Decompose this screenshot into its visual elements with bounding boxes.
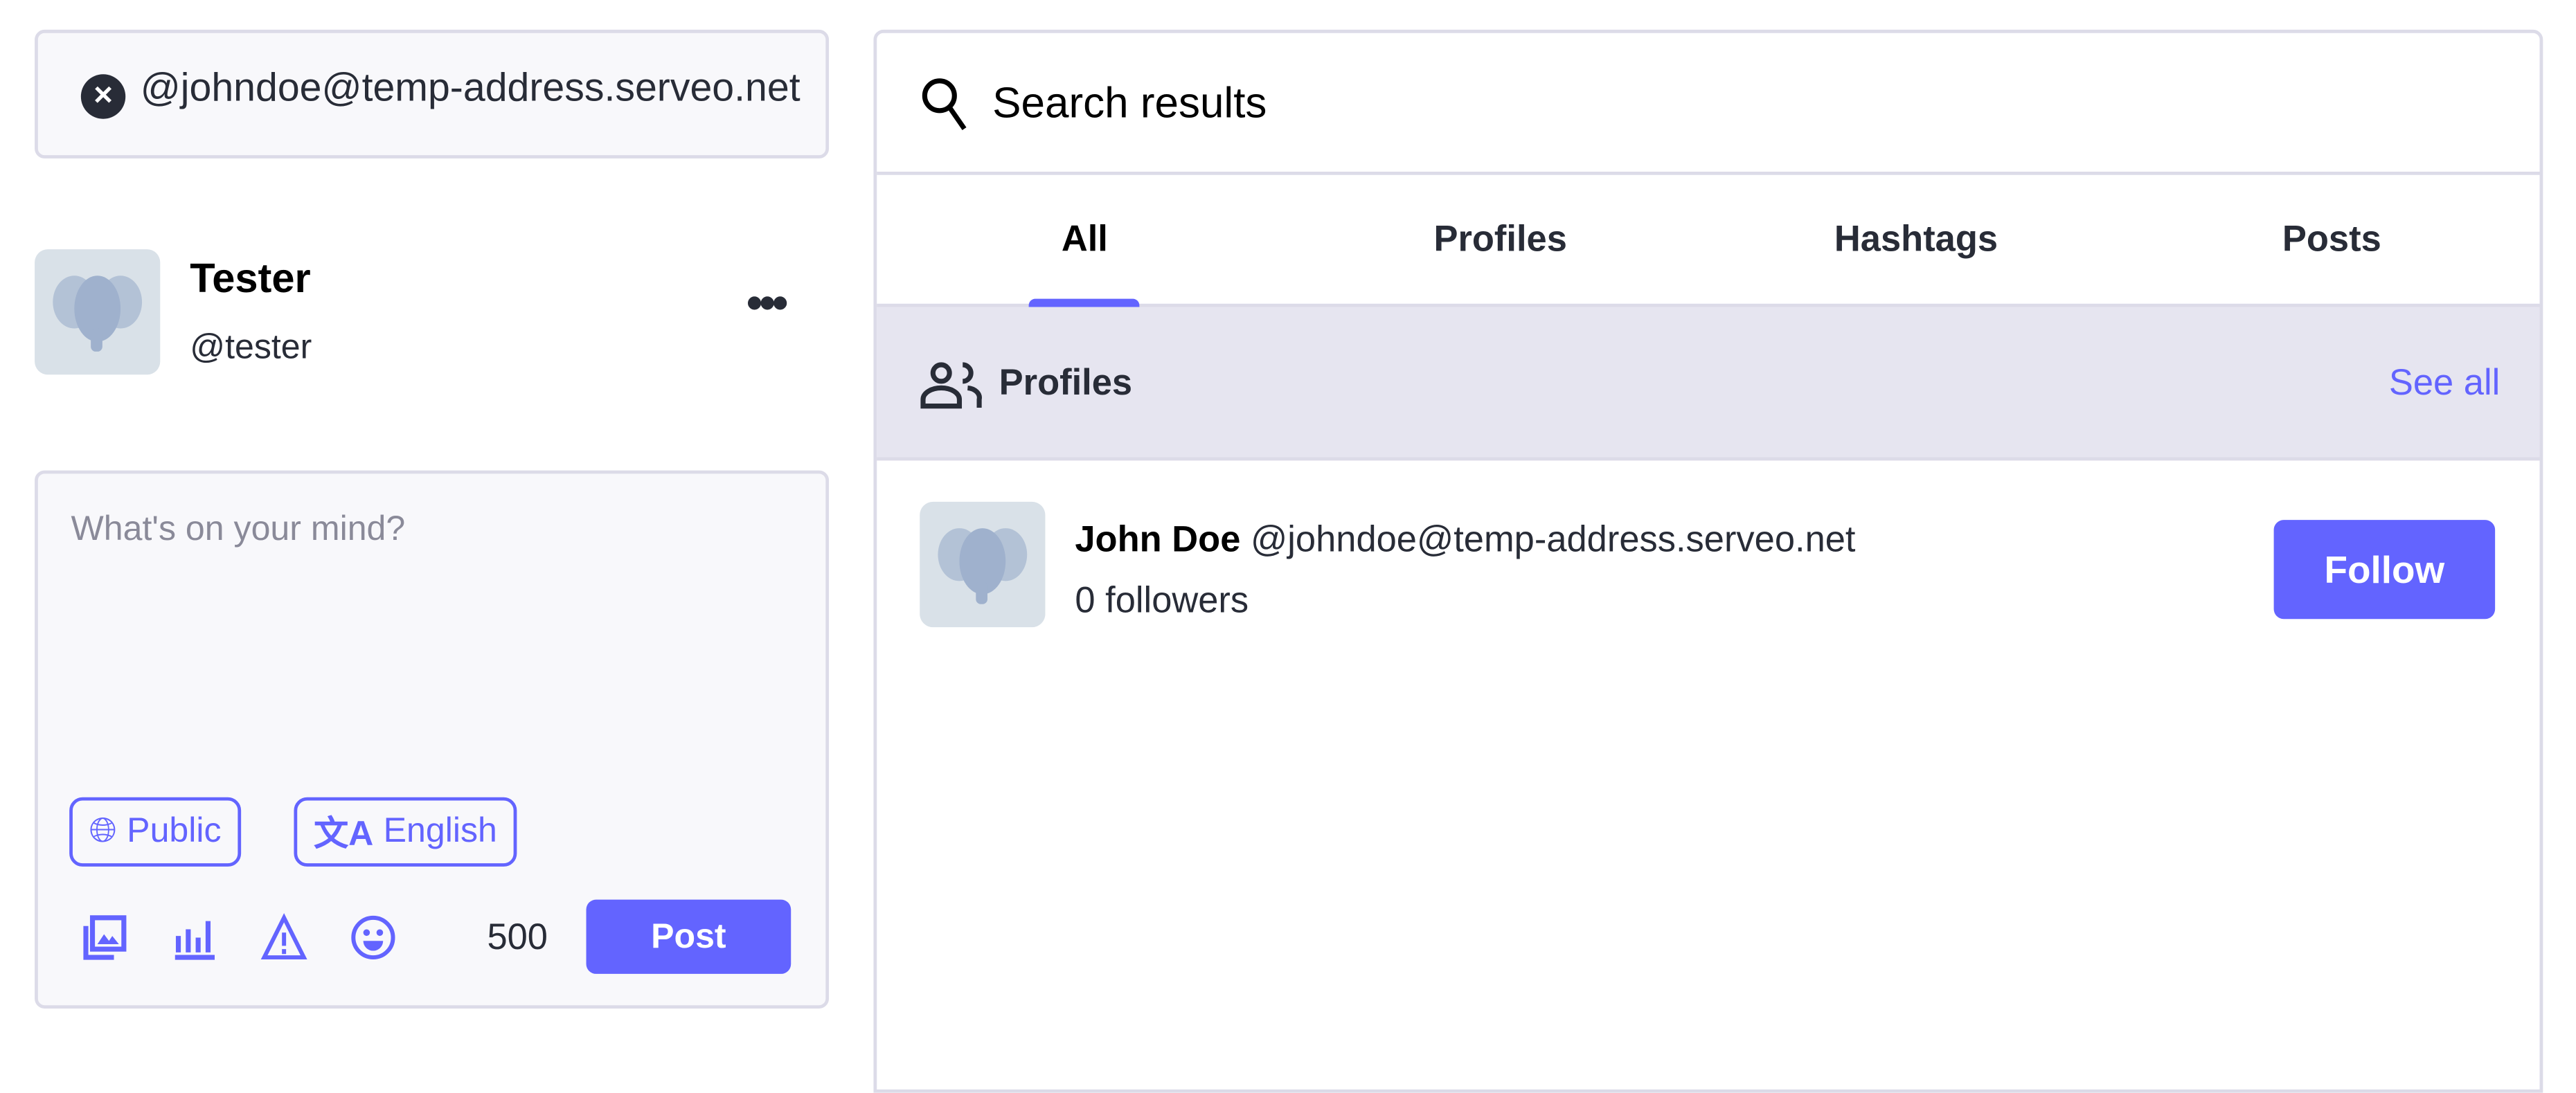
user-display-name[interactable]: Tester bbox=[190, 256, 311, 304]
language-label: English bbox=[383, 812, 497, 851]
poll-icon[interactable] bbox=[170, 913, 220, 963]
section-title: Profiles bbox=[999, 361, 1133, 403]
warning-icon[interactable] bbox=[259, 913, 309, 963]
results-title: Search results bbox=[992, 78, 1267, 127]
globe-icon: 🌐︎ bbox=[89, 812, 117, 851]
people-icon bbox=[920, 362, 982, 409]
clear-search-icon[interactable]: × bbox=[80, 74, 126, 119]
search-icon bbox=[922, 78, 967, 131]
see-all-link[interactable]: See all bbox=[2389, 361, 2500, 404]
elephant-avatar-icon bbox=[938, 528, 1028, 604]
character-counter: 500 bbox=[487, 916, 548, 958]
post-button[interactable]: Post bbox=[586, 899, 791, 974]
tab-all[interactable]: All bbox=[877, 175, 1292, 307]
results-header: Search results bbox=[877, 33, 2540, 175]
elephant-avatar-icon bbox=[53, 275, 143, 352]
account-name[interactable]: John Doe bbox=[1075, 518, 1240, 560]
language-button[interactable]: 文A English bbox=[294, 797, 517, 867]
profiles-section-header: Profiles See all bbox=[877, 307, 2540, 461]
search-results-panel: Search results All Profiles Hashtags Pos… bbox=[873, 29, 2543, 1093]
follow-button[interactable]: Follow bbox=[2273, 520, 2496, 620]
search-field[interactable]: × @johndoe@temp-address.serveo.net bbox=[35, 29, 830, 159]
user-avatar[interactable] bbox=[35, 249, 161, 375]
compose-textarea[interactable]: What's on your mind? bbox=[71, 510, 406, 550]
more-horizontal-icon[interactable]: ••• bbox=[746, 278, 789, 330]
tab-hashtags[interactable]: Hashtags bbox=[1708, 175, 2124, 304]
user-handle: @tester bbox=[190, 328, 312, 367]
follower-count: 0 followers bbox=[1075, 579, 1249, 621]
translate-icon: 文A bbox=[314, 815, 374, 853]
search-input[interactable]: @johndoe@temp-address.serveo.net bbox=[141, 66, 801, 112]
visibility-label: Public bbox=[127, 812, 222, 851]
account-handle: @johndoe@temp-address.serveo.net bbox=[1250, 518, 1856, 560]
emoji-icon[interactable] bbox=[348, 913, 398, 963]
tab-posts[interactable]: Posts bbox=[2124, 175, 2539, 304]
tab-profiles[interactable]: Profiles bbox=[1293, 175, 1708, 304]
image-icon[interactable] bbox=[81, 913, 131, 963]
account-avatar[interactable] bbox=[920, 501, 1046, 628]
visibility-button[interactable]: 🌐︎ Public bbox=[69, 797, 242, 867]
compose-form: What's on your mind? 🌐︎ Public 文A English … bbox=[35, 470, 830, 1009]
results-tabs: All Profiles Hashtags Posts bbox=[877, 175, 2540, 307]
